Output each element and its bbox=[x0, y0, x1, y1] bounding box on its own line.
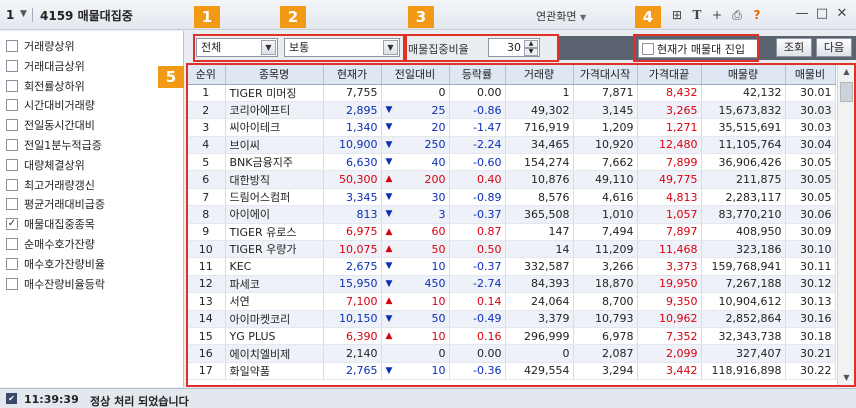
checkbox-icon[interactable] bbox=[6, 257, 18, 270]
print-icon[interactable]: ⎙ bbox=[730, 8, 744, 22]
condition-label: 순매수호가잔량 bbox=[24, 238, 95, 251]
highlight-box-3 bbox=[405, 34, 559, 62]
condition-item[interactable]: ✓ 매물대집중종목 bbox=[6, 215, 95, 233]
minimize-icon[interactable]: — bbox=[794, 6, 810, 22]
checkbox-icon[interactable] bbox=[6, 99, 18, 112]
highlight-box-5 bbox=[186, 63, 856, 387]
text-icon[interactable]: T bbox=[690, 8, 704, 22]
condition-item[interactable]: 거래량상위 bbox=[6, 37, 75, 55]
condition-label: 매수잔량비율등락 bbox=[24, 277, 105, 291]
checkbox-icon[interactable] bbox=[6, 40, 18, 52]
condition-item[interactable]: 평균거래대비급증 bbox=[6, 195, 105, 213]
checkbox-icon[interactable] bbox=[6, 238, 18, 250]
help-icon[interactable]: ? bbox=[750, 8, 764, 22]
related-screens-label: 연관화면 bbox=[536, 10, 577, 23]
related-dropdown-icon: ▼ bbox=[579, 13, 587, 22]
highlight-box-1-2 bbox=[193, 34, 405, 62]
status-message: 정상 처리 되었습니다 bbox=[90, 395, 189, 408]
condition-label: 거래량상위 bbox=[24, 40, 75, 53]
condition-label: 전일동시간대비 bbox=[24, 119, 95, 133]
marker-2: 2 bbox=[280, 6, 306, 28]
condition-item[interactable]: 전일1분누적급증 bbox=[6, 136, 102, 154]
marker-3: 3 bbox=[408, 6, 434, 28]
checkbox-icon[interactable] bbox=[6, 79, 18, 92]
status-check-icon: ✔ bbox=[6, 393, 17, 404]
condition-label: 최고거래량갱신 bbox=[24, 178, 95, 192]
condition-item[interactable]: 회전률상하위 bbox=[6, 77, 85, 95]
next-button[interactable]: 다음 bbox=[816, 38, 852, 57]
checkbox-icon[interactable] bbox=[6, 198, 18, 211]
checkbox-icon[interactable] bbox=[6, 139, 18, 151]
checkbox-icon[interactable] bbox=[6, 178, 18, 191]
checkbox-icon[interactable] bbox=[6, 119, 18, 132]
window-number-dropdown-icon[interactable]: ▼ bbox=[20, 9, 27, 19]
close-icon[interactable]: ✕ bbox=[834, 6, 850, 22]
condition-label: 대량체결상위 bbox=[24, 158, 85, 172]
condition-item[interactable]: 매수호가잔량비율 bbox=[6, 255, 105, 273]
highlight-box-4 bbox=[633, 34, 759, 62]
marker-5: 5 bbox=[158, 66, 184, 88]
window-number[interactable]: 1 bbox=[6, 8, 14, 22]
status-bar: ✔ 11:39:39 정상 처리 되었습니다 bbox=[0, 388, 856, 408]
window-controls: — □ ✕ bbox=[794, 6, 850, 22]
maximize-icon[interactable]: □ bbox=[814, 6, 830, 22]
condition-list: 거래량상위거래대금상위회전률상하위시간대비거래량전일동시간대비전일1분누적급증대… bbox=[0, 31, 184, 387]
checkbox-icon[interactable] bbox=[6, 158, 18, 171]
condition-item[interactable]: 순매수호가잔량 bbox=[6, 235, 95, 253]
condition-item[interactable]: 최고거래량갱신 bbox=[6, 176, 95, 194]
condition-label: 거래대금상위 bbox=[24, 59, 85, 73]
checkbox-icon[interactable] bbox=[6, 59, 18, 72]
title-toolbar: + ⊞ T + ⎙ ? bbox=[650, 6, 764, 24]
checkbox-icon[interactable] bbox=[6, 277, 18, 290]
checkbox-checked-icon[interactable]: ✓ bbox=[6, 218, 18, 231]
related-screens-menu[interactable]: 연관화면 ▼ bbox=[536, 8, 586, 24]
condition-label: 매물대집중종목 bbox=[24, 218, 95, 232]
condition-item[interactable]: 시간대비거래량 bbox=[6, 96, 95, 114]
title-separator bbox=[32, 8, 33, 22]
status-time: 11:39:39 bbox=[24, 393, 79, 406]
screen-icon[interactable]: ⊞ bbox=[670, 8, 684, 22]
condition-label: 전일1분누적급증 bbox=[24, 139, 102, 152]
condition-item[interactable]: 전일동시간대비 bbox=[6, 116, 95, 134]
condition-label: 평균거래대비급증 bbox=[24, 198, 105, 212]
condition-label: 매수호가잔량비율 bbox=[24, 257, 105, 271]
screen-title: 4159 매물대집중 bbox=[40, 9, 133, 23]
condition-label: 회전률상하위 bbox=[24, 79, 85, 93]
query-button[interactable]: 조회 bbox=[776, 38, 812, 57]
condition-label: 시간대비거래량 bbox=[24, 99, 95, 113]
marker-1: 1 bbox=[194, 6, 220, 28]
condition-item[interactable]: 거래대금상위 bbox=[6, 57, 85, 75]
add-icon[interactable]: + bbox=[710, 8, 724, 22]
marker-4: 4 bbox=[635, 6, 661, 28]
condition-item[interactable]: 매수잔량비율등락 bbox=[6, 275, 105, 293]
condition-item[interactable]: 대량체결상위 bbox=[6, 156, 85, 174]
